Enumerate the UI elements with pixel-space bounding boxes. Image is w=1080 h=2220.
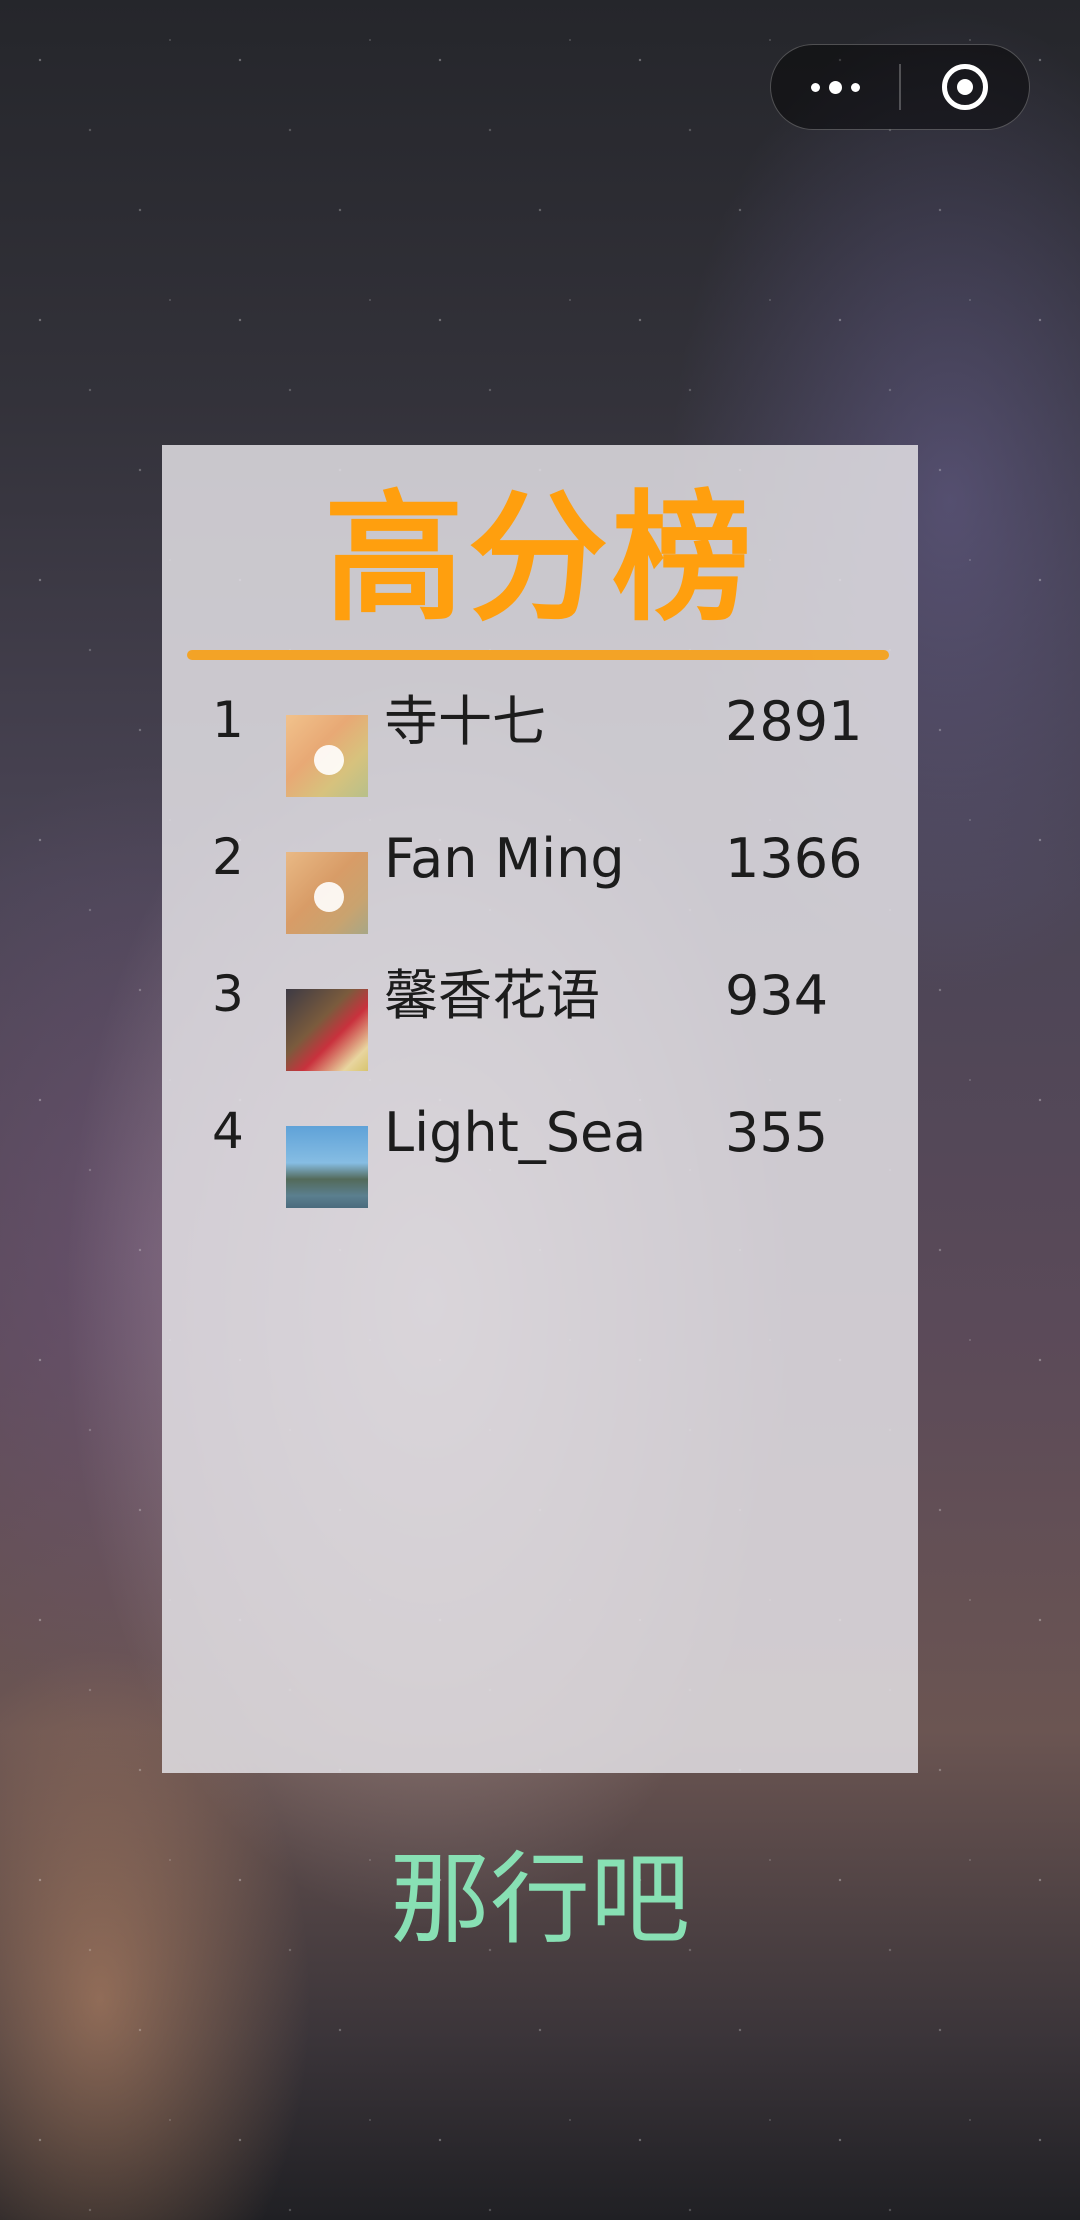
player-score: 2891 xyxy=(725,690,863,753)
title-underline xyxy=(187,650,889,660)
player-score: 934 xyxy=(725,964,829,1027)
confirm-button[interactable]: 那行吧 xyxy=(0,1850,1080,1950)
player-name: 寺十七 xyxy=(384,690,546,753)
avatar xyxy=(286,989,368,1071)
player-score: 355 xyxy=(725,1101,829,1164)
avatar xyxy=(286,715,368,797)
close-button[interactable] xyxy=(901,45,1029,129)
leaderboard-row: 1 寺十七 2891 xyxy=(162,690,918,797)
menu-capsule xyxy=(770,44,1030,130)
rank-number: 2 xyxy=(212,828,244,886)
target-circle-icon xyxy=(942,64,988,110)
rank-number: 1 xyxy=(212,691,244,749)
player-name: Light_Sea xyxy=(384,1101,647,1164)
player-name: Fan Ming xyxy=(384,827,625,890)
leaderboard-row: 3 馨香花语 934 xyxy=(162,964,918,1071)
more-button[interactable] xyxy=(771,45,899,129)
avatar xyxy=(286,1126,368,1208)
rank-number: 3 xyxy=(212,965,244,1023)
player-score: 1366 xyxy=(725,827,863,890)
player-name: 馨香花语 xyxy=(384,964,600,1027)
leaderboard-panel: 高分榜 1 寺十七 2891 2 Fan Ming 1366 3 馨香花语 93… xyxy=(162,445,918,1773)
rank-number: 4 xyxy=(212,1102,244,1160)
more-dots-icon xyxy=(810,80,860,94)
leaderboard-row: 2 Fan Ming 1366 xyxy=(162,827,918,934)
leaderboard-title: 高分榜 xyxy=(323,478,756,641)
leaderboard-row: 4 Light_Sea 355 xyxy=(162,1101,918,1208)
avatar xyxy=(286,852,368,934)
